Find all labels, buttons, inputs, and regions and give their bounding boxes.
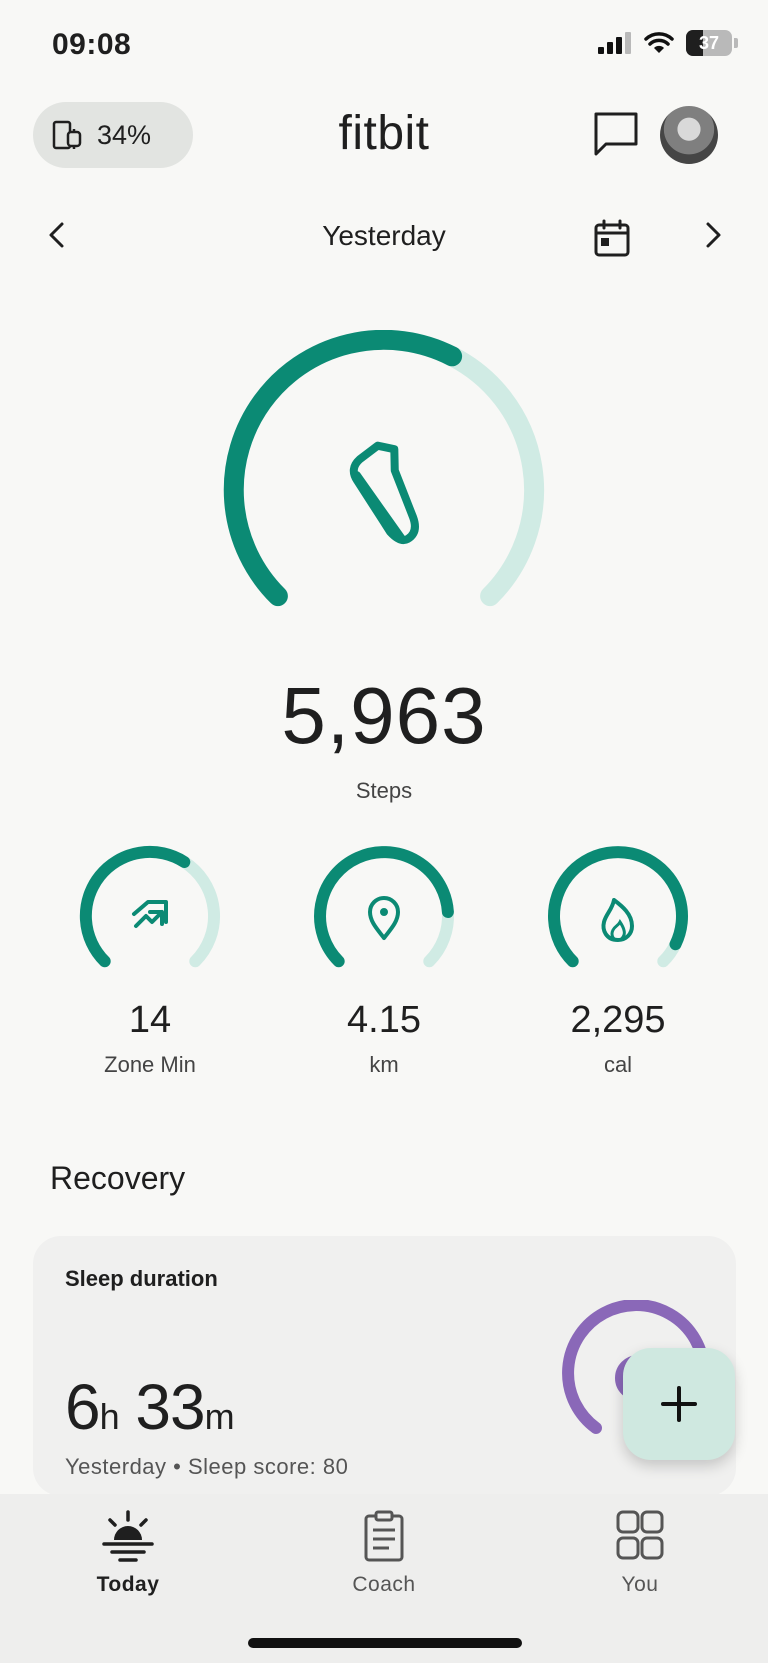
steps-ring-track xyxy=(442,346,545,607)
clipboard-icon xyxy=(364,1510,404,1562)
nav-label-you: You xyxy=(621,1573,659,1596)
sleep-card-title: Sleep duration xyxy=(65,1266,218,1291)
signal-icon xyxy=(598,32,631,54)
app-logo: fitbit xyxy=(338,107,430,160)
avatar[interactable] xyxy=(660,106,718,164)
zone-minutes-label: Zone Min xyxy=(104,1052,196,1077)
nav-item-you[interactable]: You xyxy=(560,1510,720,1597)
status-time: 09:08 xyxy=(52,28,132,61)
sleep-duration-value: 6h 33m xyxy=(65,1371,235,1443)
shoe-icon xyxy=(349,441,419,545)
distance-value: 4.15 xyxy=(347,999,421,1041)
steps-ring-fill xyxy=(223,330,463,607)
stat-distance[interactable]: 4.15 km xyxy=(299,840,469,1078)
distance-ring xyxy=(314,846,454,968)
zone-minutes-value: 14 xyxy=(128,999,172,1041)
zone-minutes-ring xyxy=(79,845,221,968)
steps-label: Steps xyxy=(355,778,413,803)
battery-icon: 37 xyxy=(686,30,732,56)
nav-label-coach: Coach xyxy=(352,1573,416,1596)
section-title-recovery: Recovery xyxy=(50,1160,186,1196)
date-label[interactable]: Yesterday xyxy=(0,220,768,252)
sleep-card-subtitle: Yesterday • Sleep score: 80 xyxy=(65,1454,349,1479)
nav-label-today: Today xyxy=(96,1573,160,1596)
nav-item-coach[interactable]: Coach xyxy=(304,1510,464,1597)
sunrise-icon xyxy=(102,1510,154,1562)
distance-unit: km xyxy=(369,1052,399,1077)
stat-calories[interactable]: 2,295 cal xyxy=(533,840,703,1078)
home-indicator xyxy=(248,1638,522,1648)
calendar-icon[interactable] xyxy=(592,218,632,258)
calories-ring xyxy=(548,846,688,968)
wifi-icon xyxy=(644,32,674,53)
steps-progress-ring[interactable] xyxy=(212,330,556,650)
steps-value: 5,963 xyxy=(281,671,487,760)
nav-item-today[interactable]: Today xyxy=(48,1510,208,1597)
calories-unit: cal xyxy=(603,1052,633,1077)
stat-zone-minutes[interactable]: 14 Zone Min xyxy=(65,840,235,1078)
flame-icon xyxy=(601,898,634,942)
calories-value: 2,295 xyxy=(570,999,666,1041)
location-pin-icon xyxy=(368,896,400,940)
battery-percent: 37 xyxy=(698,32,720,53)
status-icons: 37 xyxy=(598,30,738,56)
plus-icon xyxy=(661,1386,697,1422)
add-button[interactable] xyxy=(623,1348,735,1460)
message-icon[interactable] xyxy=(592,110,640,158)
battery-nub xyxy=(734,38,738,48)
chevron-right-icon[interactable] xyxy=(700,220,726,250)
zone-arrow-icon xyxy=(132,900,168,928)
grid-icon xyxy=(616,1510,664,1560)
